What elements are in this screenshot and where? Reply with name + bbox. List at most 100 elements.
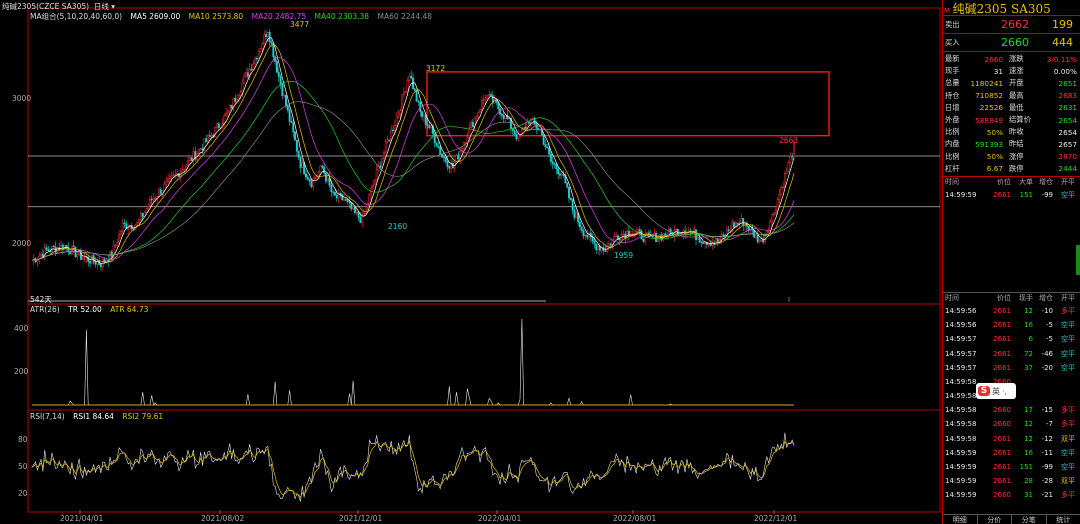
rsi-tick-20: 20	[18, 489, 28, 498]
candle-body	[89, 261, 92, 264]
tick-vol: 12	[1024, 434, 1033, 443]
candle-body	[259, 48, 262, 52]
tab-split[interactable]: 分笔	[1012, 514, 1047, 524]
candle-body	[241, 82, 244, 93]
stat-label: 内盘	[945, 139, 960, 149]
y-tick-3000: 3000	[12, 94, 32, 103]
candle-body	[319, 165, 322, 173]
stat-value: 2657	[1058, 139, 1077, 149]
big-tick-list[interactable]: 14:59:59 2661 151 -99 空平	[943, 188, 1080, 293]
tick-row[interactable]: 14:59:58 2660 12 -7 多平	[945, 417, 1078, 431]
candle-body	[480, 100, 483, 110]
date-tick: 2021/12/01	[339, 514, 383, 523]
candle-body	[593, 240, 596, 245]
scrollbar[interactable]	[1076, 245, 1080, 275]
candle-body	[500, 114, 503, 116]
ma60-value: MA60 2244.48	[377, 12, 433, 21]
candle-body	[308, 178, 311, 182]
candle-body	[285, 95, 287, 106]
tick-type: 空平	[1061, 349, 1075, 358]
candle-body	[638, 229, 641, 232]
tick-row[interactable]: 14:59:56 2661 16 -5 空平	[945, 318, 1078, 332]
period-select[interactable]: 日线	[94, 2, 109, 11]
candle-body	[94, 261, 97, 265]
candle-body	[188, 157, 191, 161]
tick-row[interactable]: 14:59:57 2661 72 -46 空平	[945, 346, 1078, 360]
tab-price[interactable]: 分价	[977, 514, 1012, 524]
tick-time: 14:59:56	[945, 306, 977, 315]
candle-body	[546, 146, 549, 149]
stat-value: 31	[993, 66, 1003, 76]
candle-body	[675, 229, 678, 231]
stat-value: 2654	[1058, 127, 1077, 137]
candle-body	[789, 155, 792, 163]
candle-body	[696, 237, 699, 240]
tick-row[interactable]: 14:59:59 2661 151 -99 空平	[945, 188, 1078, 202]
tick-row[interactable]: 14:59:57 2661 6 -5 空平	[945, 332, 1078, 346]
candle-body	[96, 261, 99, 265]
tick-row[interactable]: 14:59:59 2661 28 -28 双平	[945, 474, 1078, 488]
candle-body	[236, 98, 238, 102]
candle-body	[181, 169, 184, 172]
candle-body	[442, 156, 445, 159]
tick-vol: 16	[1024, 448, 1033, 457]
candle-body	[277, 72, 280, 77]
candle-body	[306, 176, 309, 180]
ime-punct-icon[interactable]: ·,	[1002, 387, 1007, 396]
candle-body	[154, 198, 157, 200]
bid-label: 买入	[945, 37, 960, 47]
date-tick: 2021/08/02	[201, 514, 245, 523]
candle-body	[114, 244, 117, 247]
stat-value: 50%	[986, 152, 1003, 162]
candle-body	[486, 95, 489, 99]
tick-time: 14:59:59	[945, 477, 977, 486]
tick-row[interactable]: 14:59:59 2661 151 -99 空平	[945, 460, 1078, 474]
tab-detail[interactable]: 明细	[943, 514, 978, 524]
candle-body	[782, 186, 785, 189]
tick-type: 空平	[1061, 363, 1075, 372]
candle-body	[103, 258, 106, 263]
tick-row[interactable]: 14:59:59 2661 16 -11 空平	[945, 446, 1078, 460]
candle-body	[470, 122, 473, 128]
stat-row: 日增 22526 最低 2631	[945, 102, 1078, 114]
tick-row[interactable]: 14:59:58 2661 12 -12 双平	[945, 432, 1078, 446]
date-tick: 2021/04/01	[60, 514, 104, 523]
stat-value: 591393	[975, 139, 1003, 149]
candle-body	[237, 94, 240, 100]
bid-row[interactable]: 买入 2660 444	[943, 34, 1080, 52]
ask-row[interactable]: 卖出 2662 199	[943, 16, 1080, 34]
tick-oi: -11	[1041, 448, 1053, 457]
stat-value: 3/0.11%	[1046, 54, 1077, 64]
kline-chart[interactable]	[0, 0, 942, 524]
candle-body	[76, 254, 79, 257]
chart-area[interactable]: 纯碱2305(CZCE SA305) 日线 ▾ MA组合(5,10,20,40,…	[0, 0, 942, 524]
candle-body	[504, 114, 507, 119]
candle-body	[388, 139, 391, 141]
tick-row[interactable]: 14:59:58 2660 17 -15 多平	[945, 403, 1078, 417]
panel-tabs: 明细 分价 分笔 统计	[943, 514, 1080, 524]
sogou-s-icon[interactable]: S	[978, 386, 990, 396]
candle-body	[736, 222, 739, 225]
tick-price: 2661	[993, 363, 1011, 372]
chevron-down-icon[interactable]: ▾	[111, 2, 115, 11]
candle-body	[785, 170, 788, 174]
tick-row[interactable]: 14:59:57 2661 37 -20 空平	[945, 361, 1078, 375]
tick-type: 多平	[1061, 306, 1075, 315]
tick-row[interactable]: 14:59:59 2660 31 -21 多平	[945, 488, 1078, 502]
ime-toolbar[interactable]: S 英 ·,	[976, 383, 1016, 399]
candle-body	[417, 101, 420, 103]
col-price: 价位	[997, 178, 1011, 187]
stat-value: 588849	[975, 115, 1003, 125]
candle-body	[769, 221, 772, 231]
tick-row[interactable]: 14:59:56 2661 12 -10 多平	[945, 304, 1078, 318]
candle-body	[288, 109, 291, 122]
atr-label: ATR(26)	[30, 305, 60, 314]
rsi-label: RSI(7,14)	[30, 412, 65, 421]
tick-vol: 16	[1024, 321, 1033, 330]
ask-volume: 199	[1052, 18, 1073, 31]
ime-mode[interactable]: 英	[992, 386, 1000, 397]
tick-list[interactable]: 14:59:56 2661 12 -10 多平 14:59:56 2661 16 -5 空平 14:…	[943, 304, 1080, 503]
tab-stats[interactable]: 统计	[1046, 514, 1080, 524]
candle-body	[168, 176, 171, 179]
candle-body	[199, 148, 202, 150]
